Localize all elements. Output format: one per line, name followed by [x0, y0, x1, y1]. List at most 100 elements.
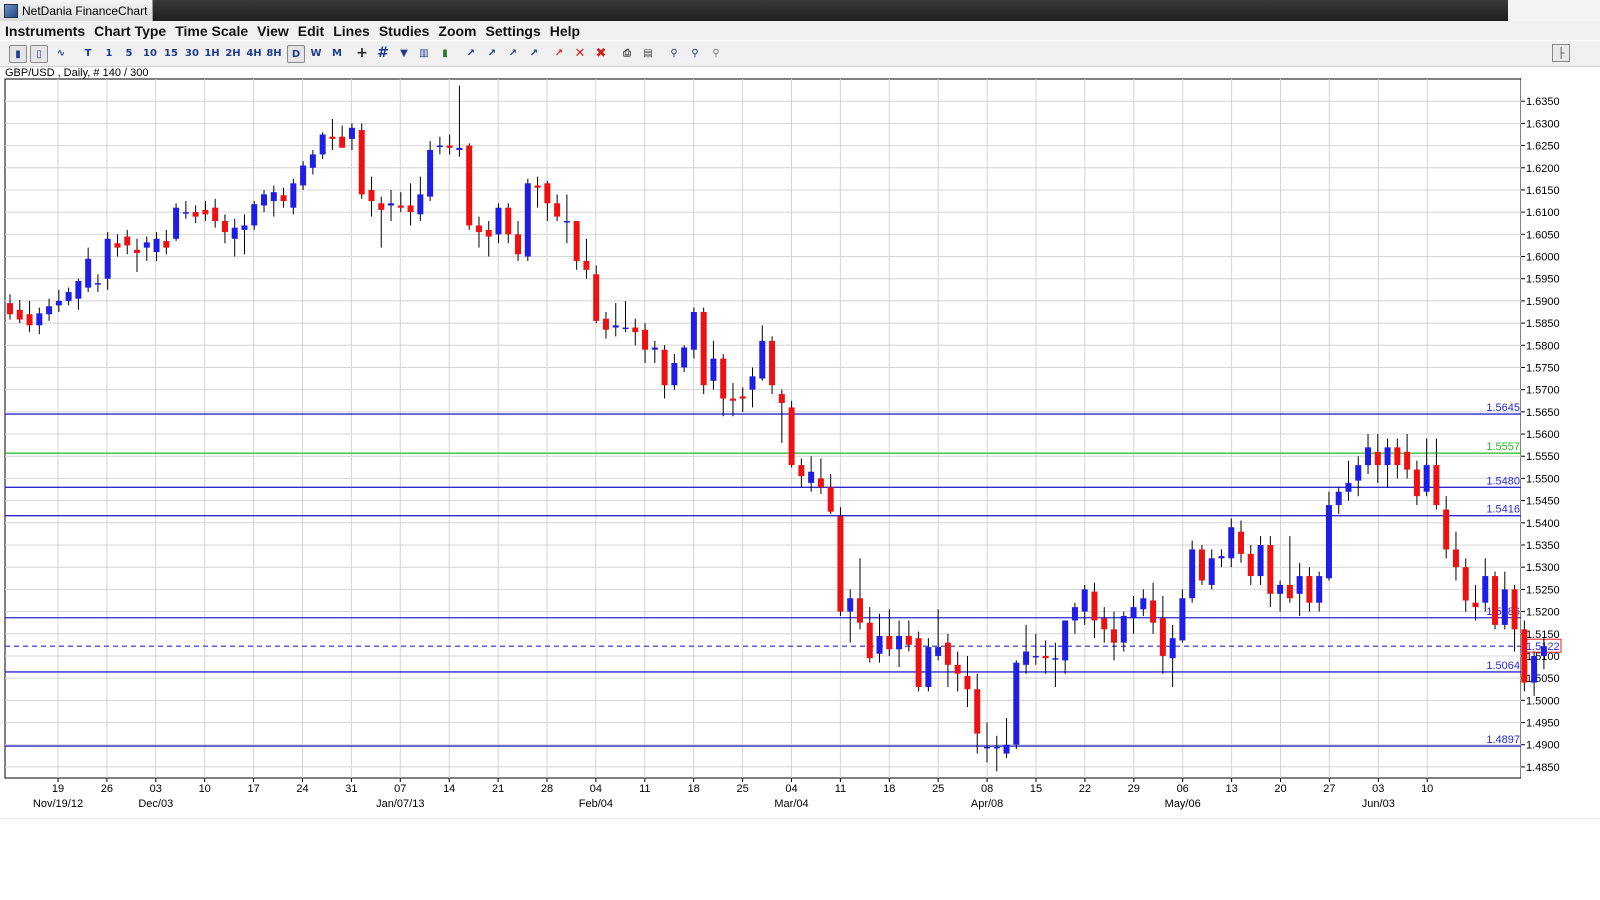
candle-body: [876, 635, 883, 654]
candle-body: [827, 487, 834, 512]
date-tick-label: 04: [785, 783, 797, 795]
candle-body: [378, 203, 385, 210]
price-tick-label: 1.6350: [1526, 96, 1560, 108]
candle-body: [75, 280, 82, 299]
candle-body: [1443, 509, 1450, 550]
candle-body: [231, 227, 238, 239]
candle-body: [612, 325, 619, 328]
price-tick-label: 1.6050: [1526, 229, 1560, 241]
price-tick-label: 1.5900: [1526, 296, 1560, 308]
candle-body: [16, 309, 23, 320]
candle-body: [466, 145, 473, 226]
date-tick-label: 24: [296, 783, 308, 795]
candle-body: [134, 249, 141, 253]
candle-body: [397, 205, 404, 208]
price-tick-label: 1.4900: [1526, 740, 1560, 752]
candle-body: [1218, 556, 1225, 559]
candle-body: [720, 358, 727, 399]
candle-body: [1413, 469, 1420, 497]
candle-body: [1355, 465, 1362, 481]
level-label: 1.5416: [1486, 504, 1520, 516]
candle-body: [1189, 549, 1196, 599]
candle-body: [964, 675, 971, 690]
candle-body: [817, 478, 824, 488]
candle-body: [388, 203, 395, 206]
candle-body: [1306, 576, 1313, 603]
price-tick-label: 1.6100: [1526, 207, 1560, 219]
candle-body: [319, 134, 326, 155]
candle-body: [651, 347, 658, 350]
date-tick-label: 07: [394, 783, 406, 795]
candle-body: [1492, 576, 1499, 625]
candle-body: [192, 212, 199, 217]
date-month-label: Dec/03: [138, 798, 173, 810]
candle-body: [1023, 651, 1030, 665]
candle-body: [36, 313, 43, 326]
candle-body: [993, 746, 1000, 749]
candle-body: [1159, 618, 1166, 656]
price-chart[interactable]: 1.6350 1.6300 1.6250 1.6200 1.6150 1.6100 1.60…: [0, 0, 1600, 818]
candle-body: [1032, 655, 1039, 658]
candle-body: [915, 638, 922, 688]
candle-body: [974, 689, 981, 734]
price-tick-label: 1.6300: [1526, 118, 1560, 130]
candle-body: [1433, 465, 1440, 506]
price-tick-label: 1.6200: [1526, 163, 1560, 175]
candle-body: [534, 185, 541, 188]
candle-body: [944, 642, 951, 665]
candle-body: [456, 147, 463, 151]
candle-body: [632, 327, 639, 332]
candle-body: [1062, 620, 1069, 661]
candle-body: [593, 274, 600, 321]
candle-body: [407, 205, 414, 213]
candle-body: [1179, 598, 1186, 641]
candle-body: [1325, 505, 1332, 579]
candle-body: [1462, 567, 1469, 601]
candle-body: [153, 238, 160, 253]
candle-body: [202, 209, 209, 215]
candle-body: [554, 203, 561, 217]
date-tick-label: 28: [541, 783, 553, 795]
candle-body: [143, 242, 150, 248]
date-tick-label: 17: [247, 783, 259, 795]
candle-body: [1404, 451, 1411, 470]
date-tick-label: 25: [932, 783, 944, 795]
candle-body: [485, 229, 492, 237]
candle-body: [124, 236, 131, 246]
candle-body: [427, 150, 434, 197]
candle-body: [739, 396, 746, 399]
candle-body: [583, 260, 590, 270]
price-tick-label: 1.5500: [1526, 473, 1560, 485]
candle-body: [46, 306, 53, 315]
price-tick-label: 1.5250: [1526, 584, 1560, 596]
candle-body: [241, 225, 248, 230]
candle-body: [26, 314, 33, 326]
candle-body: [94, 283, 101, 285]
candle-body: [163, 240, 170, 248]
price-tick-label: 1.5850: [1526, 318, 1560, 330]
candle-body: [1374, 451, 1381, 466]
date-tick-label: 15: [1030, 783, 1042, 795]
date-tick-label: 18: [883, 783, 895, 795]
candle-body: [1247, 553, 1254, 577]
candle-body: [769, 340, 776, 386]
date-tick-label: 20: [1274, 783, 1286, 795]
candle-body: [1277, 584, 1284, 594]
date-tick-label: 03: [150, 783, 162, 795]
candle-body: [681, 347, 688, 368]
price-tick-label: 1.5700: [1526, 385, 1560, 397]
candle-body: [1208, 558, 1215, 585]
candle-body: [251, 204, 258, 226]
status-bar: [0, 818, 1600, 819]
level-label: 1.5557: [1486, 441, 1520, 453]
price-tick-label: 1.5750: [1526, 362, 1560, 374]
candle-body: [55, 300, 62, 306]
candle-body: [1091, 591, 1098, 621]
candle-body: [1111, 629, 1118, 643]
candle-body: [1140, 598, 1147, 610]
date-tick-label: 14: [443, 783, 455, 795]
candle-body: [515, 234, 522, 255]
candle-body: [798, 465, 805, 477]
candle-body: [1316, 576, 1323, 603]
candle-body: [788, 407, 795, 466]
